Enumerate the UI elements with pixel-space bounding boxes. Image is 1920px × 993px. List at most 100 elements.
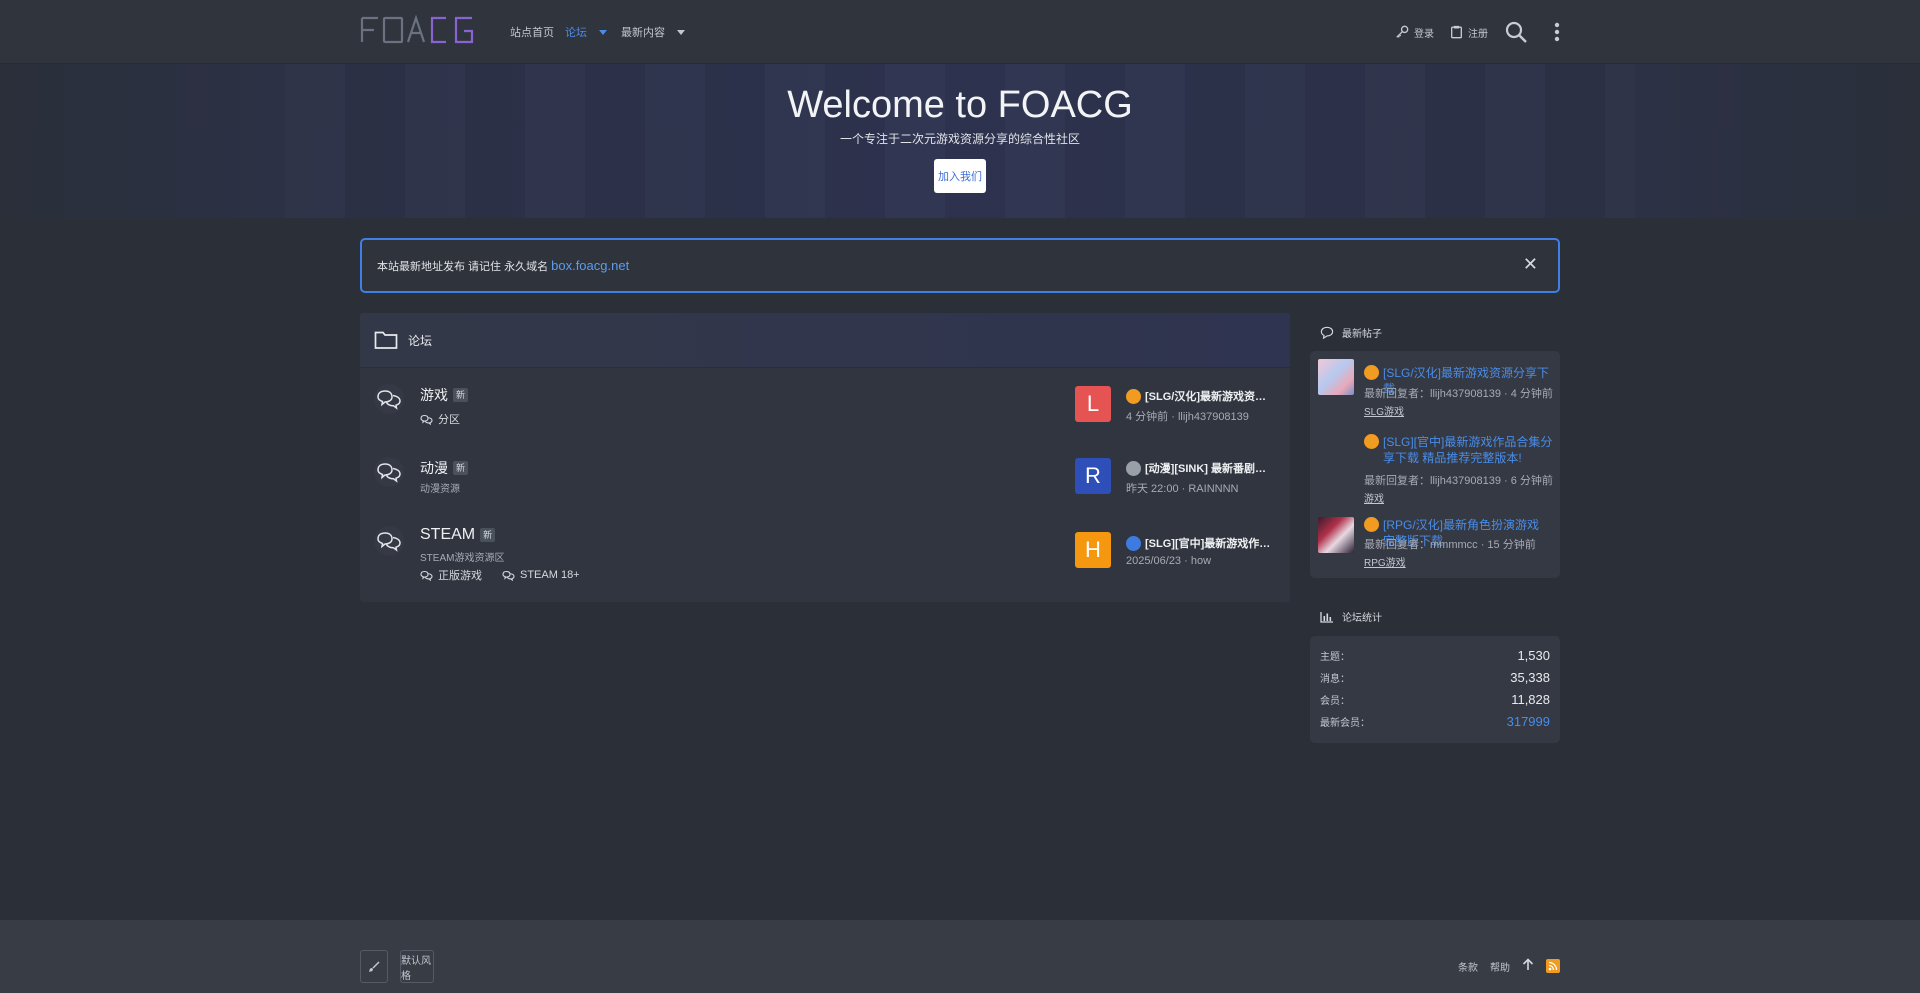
join-button[interactable]: 加入我们 [934, 159, 986, 193]
logo-icon [360, 15, 474, 44]
thread-forum-link[interactable]: 游戏 [1364, 490, 1384, 505]
prefix-dot [1126, 535, 1141, 551]
search-icon [1505, 21, 1527, 43]
avatar[interactable]: L [1075, 386, 1111, 422]
newest-member-link[interactable]: 317999 [1507, 714, 1550, 729]
forum-row-title[interactable]: 动漫 新 [420, 458, 469, 478]
latest-post-title[interactable]: [动漫][SINK] 最新番剧全集高清打包 [合集] [1126, 460, 1276, 476]
close-icon[interactable]: ✕ [1523, 254, 1538, 275]
thread-forum-link[interactable]: RPG游戏 [1364, 554, 1406, 569]
stat-value: 35,338 [1510, 670, 1550, 685]
stat-label: 会员： [1320, 696, 1350, 707]
login-label: 登录 [1414, 28, 1434, 40]
key-icon [1396, 25, 1409, 38]
new-badge: 新 [453, 388, 469, 402]
login-link[interactable]: 登录 [1395, 25, 1434, 40]
rss-button[interactable] [1546, 959, 1560, 973]
nav-right-group: 登录 注册 [1395, 0, 1560, 64]
rss-icon [1548, 961, 1558, 971]
latest-posts-box: [SLG/汉化]最新游戏资源分享下载 最新回复者：llijh437908139 … [1310, 351, 1560, 578]
list-item[interactable]: [RPG/汉化]最新角色扮演游戏 完整版下载 最新回复者：mmmmcc · 15… [1318, 517, 1554, 573]
latest-post-title-text: [SLG][官中]最新游戏作品分享下载 完整版 [1145, 538, 1276, 550]
latest-posts-header: 最新帖子 [1320, 325, 1382, 340]
subforum-label: STEAM 18+ [520, 569, 580, 581]
subforum-link[interactable]: STEAM 18+ [502, 567, 580, 583]
terms-link[interactable]: 条款 [1458, 959, 1478, 974]
stat-value: 1,530 [1517, 648, 1550, 663]
search-button[interactable] [1504, 20, 1528, 44]
back-to-top-button[interactable] [1522, 958, 1534, 974]
forum-category-header[interactable]: 论坛 [360, 313, 1290, 368]
hero-title: Welcome to FOACG [787, 84, 1133, 126]
thread-meta: 最新回复者：llijh437908139 · 6 分钟前 [1364, 475, 1553, 487]
forum-row-title[interactable]: STEAM 新 [420, 526, 496, 544]
prefix-dot [1364, 434, 1379, 449]
forum-row[interactable]: 动漫 新 动漫资源 R [动漫][SINK] 最新番剧全集高清打包 [合集] 昨… [360, 440, 1290, 510]
chevron-down-icon [599, 29, 607, 35]
footer-links: 条款 帮助 [1458, 958, 1560, 974]
forum-title-text: 动漫 [420, 460, 448, 476]
stat-row: 主题： 1,530 [1320, 648, 1550, 663]
forum-row-icon [374, 384, 404, 414]
style-chooser-button[interactable] [360, 950, 388, 983]
avatar[interactable]: H [1075, 532, 1111, 568]
stat-label: 消息： [1320, 674, 1350, 685]
forum-title-text: STEAM [420, 526, 476, 543]
subforum-label: 分区 [438, 414, 460, 426]
forum-row-title[interactable]: 游戏 新 [420, 385, 469, 405]
list-item[interactable]: [SLG/汉化]最新游戏资源分享下载 最新回复者：llijh437908139 … [1318, 359, 1554, 419]
nav-item-latest[interactable]: 最新内容 [621, 24, 685, 40]
list-item[interactable]: [SLG][官中]最新游戏作品合集分享下载 精品推荐完整版本! 最新回复者：ll… [1318, 428, 1554, 505]
forum-row[interactable]: 游戏 新 分区 L [SLG/汉化]最新游戏资源合集分享 4 分钟前 · lli… [360, 368, 1290, 440]
subforum-links: 分区 [420, 411, 460, 427]
arrow-up-icon [1522, 958, 1534, 970]
register-link[interactable]: 注册 [1450, 25, 1488, 40]
stat-row: 消息： 35,338 [1320, 670, 1550, 685]
style-label-button[interactable]: 默认风格 [400, 950, 434, 983]
prefix-dot [1364, 365, 1379, 380]
avatar[interactable]: R [1075, 458, 1111, 494]
chat-bubbles-icon [377, 532, 401, 552]
nav-item-forum[interactable]: 论坛 [565, 24, 607, 40]
subforum-link[interactable]: 正版游戏 [420, 567, 482, 583]
prefix-dot [1364, 517, 1379, 532]
folder-icon [374, 331, 398, 349]
help-link[interactable]: 帮助 [1490, 959, 1510, 974]
more-vertical-icon [1554, 22, 1560, 42]
latest-post-title[interactable]: [SLG][官中]最新游戏作品分享下载 完整版 [1126, 535, 1276, 551]
forum-row-icon [374, 526, 404, 556]
subforum-links: 正版游戏 STEAM 18+ [420, 567, 580, 583]
hero-banner: Welcome to FOACG 一个专注于二次元游戏资源分享的综合性社区 加入… [0, 64, 1920, 218]
thread-thumbnail[interactable] [1318, 517, 1354, 553]
nav-item-latest-label: 最新内容 [621, 27, 665, 39]
thread-thumbnail[interactable] [1318, 359, 1354, 395]
site-logo[interactable] [360, 15, 480, 45]
forum-stats-header: 论坛统计 [1320, 609, 1382, 624]
notice-domain-link[interactable]: box.foacg.net [551, 258, 629, 273]
more-menu-button[interactable] [1554, 22, 1560, 42]
chat-bubbles-icon [420, 414, 433, 425]
forum-stats-title: 论坛统计 [1342, 613, 1382, 624]
thread-meta: 最新回复者：mmmmcc · 15 分钟前 [1364, 539, 1536, 551]
hero-subtitle: 一个专注于二次元游戏资源分享的综合性社区 [839, 132, 1080, 146]
thread-meta: 最新回复者：llijh437908139 · 4 分钟前 [1364, 388, 1553, 400]
thread-title[interactable]: [SLG][官中]最新游戏作品合集分享下载 精品推荐完整版本! [1364, 434, 1554, 466]
latest-post-meta: 4 分钟前 · llijh437908139 [1126, 411, 1249, 423]
subforum-link[interactable]: 分区 [420, 411, 460, 427]
stat-row: 最新会员： 317999 [1320, 714, 1550, 729]
latest-post-title[interactable]: [SLG/汉化]最新游戏资源合集分享 [1126, 388, 1276, 404]
new-badge: 新 [453, 461, 469, 475]
thread-forum-link[interactable]: SLG游戏 [1364, 403, 1404, 418]
latest-posts-title: 最新帖子 [1342, 329, 1382, 340]
stat-label: 主题： [1320, 652, 1350, 663]
prefix-dot [1126, 388, 1141, 404]
bar-chart-icon [1320, 611, 1333, 623]
forum-row[interactable]: STEAM 新 STEAM游戏资源区 正版游戏 STEAM 18+ H [SLG… [360, 510, 1290, 602]
forum-row-description: STEAM游戏资源区 [420, 553, 505, 564]
comment-icon [1320, 326, 1334, 339]
chat-bubbles-icon [377, 390, 401, 410]
nav-item-home[interactable]: 站点首页 [510, 24, 554, 40]
thread-title-text: [SLG][官中]最新游戏作品合集分享下载 精品推荐完整版本! [1383, 435, 1553, 465]
chat-bubbles-icon [377, 463, 401, 483]
forum-row-icon [374, 457, 404, 487]
